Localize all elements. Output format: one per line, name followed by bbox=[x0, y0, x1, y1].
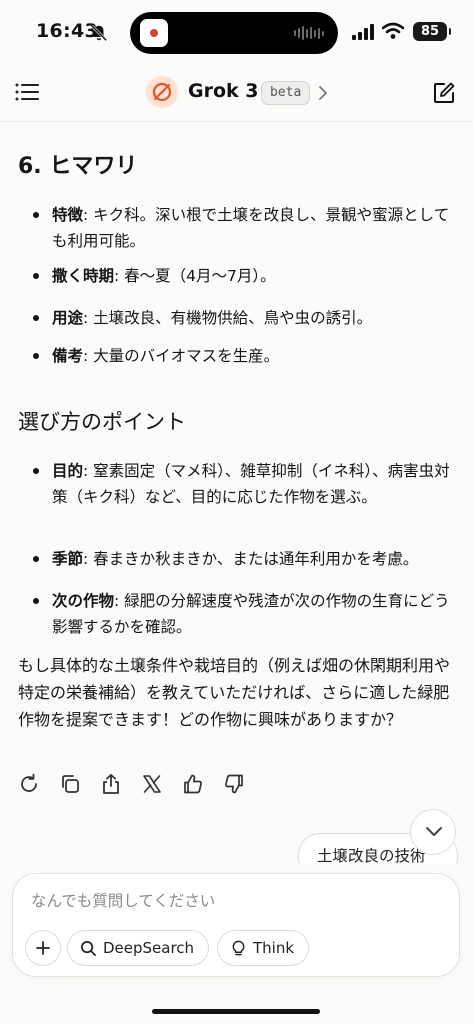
grok-logo-icon[interactable] bbox=[146, 76, 178, 108]
list-item-label: 撒く時期 bbox=[52, 267, 115, 285]
search-icon bbox=[81, 940, 96, 956]
closing-paragraph: もし具体的な土壌条件や栽培目的（例えば畑の休閑期利用や特定の栄養補給）を教えてい… bbox=[18, 656, 451, 729]
list-item-label: 次の作物 bbox=[52, 592, 115, 610]
dynamic-island[interactable] bbox=[130, 12, 338, 54]
list-item: 用途: 土壌改良、有機物供給、鳥や虫の誘引。 bbox=[33, 305, 457, 331]
section-heading-sunflower: 6. ヒマワリ bbox=[18, 154, 138, 179]
list-item-text: : 春〜夏（4月〜7月）。 bbox=[114, 267, 276, 285]
list-item: 撒く時期: 春〜夏（4月〜7月）。 bbox=[33, 263, 457, 289]
thumbs-up-icon[interactable] bbox=[182, 773, 204, 795]
think-label: Think bbox=[253, 939, 295, 957]
list-item-text: : キク科。深い根で土壌を改良し、景観や蜜源としても利用可能。 bbox=[52, 206, 450, 250]
cellular-signal-icon bbox=[352, 24, 374, 40]
live-activity-app-icon bbox=[140, 19, 168, 47]
x-icon[interactable] bbox=[141, 773, 163, 795]
deepsearch-label: DeepSearch bbox=[103, 939, 195, 957]
chevron-right-icon[interactable] bbox=[318, 85, 328, 101]
compose-icon[interactable] bbox=[432, 81, 456, 105]
regenerate-icon[interactable] bbox=[18, 773, 40, 795]
list-item-text: : 土壌改良、有機物供給、鳥や虫の誘引。 bbox=[83, 309, 373, 327]
list-item-label: 季節 bbox=[52, 550, 84, 568]
list-item: 備考: 大量のバイオマスを生産。 bbox=[33, 343, 457, 369]
list-item-text: : 窒素固定（マメ科）、雑草抑制（イネ科）、病害虫対策（キク科）など、目的に応じ… bbox=[52, 462, 450, 506]
beta-badge: beta bbox=[261, 81, 311, 105]
deepsearch-button[interactable]: DeepSearch bbox=[67, 930, 210, 966]
message-input[interactable] bbox=[31, 892, 431, 910]
chat-response: 6. ヒマワリ 特徴: キク科。深い根で土壌を改良し、景観や蜜源としても利用可能… bbox=[0, 123, 473, 863]
list-item-text: : 大量のバイオマスを生産。 bbox=[83, 347, 280, 365]
home-indicator bbox=[152, 1009, 320, 1014]
battery-indicator: 85 bbox=[413, 22, 451, 41]
share-icon[interactable] bbox=[100, 773, 122, 795]
plus-icon bbox=[36, 941, 50, 955]
menu-icon[interactable] bbox=[15, 83, 39, 101]
list-item: 次の作物: 緑肥の分解速度や残渣が次の作物の生育にどう影響するかを確認。 bbox=[33, 588, 457, 640]
bell-off-icon bbox=[90, 24, 108, 42]
list-item-text: : 春まきか秋まきか、または通年利用かを考慮。 bbox=[83, 550, 419, 568]
model-title[interactable]: Grok 3 bbox=[188, 80, 259, 102]
status-bar: 16:43 85 bbox=[0, 0, 473, 62]
composer: DeepSearch Think bbox=[12, 873, 460, 977]
list-item-label: 備考 bbox=[52, 347, 84, 365]
copy-icon[interactable] bbox=[59, 773, 81, 795]
message-actions bbox=[18, 773, 245, 795]
lightbulb-icon bbox=[232, 940, 245, 955]
list-item-label: 用途 bbox=[52, 309, 84, 327]
thumbs-down-icon[interactable] bbox=[223, 773, 245, 795]
chevron-down-icon bbox=[426, 827, 442, 836]
list-item-label: 特徴 bbox=[52, 206, 84, 224]
list-item-label: 目的 bbox=[52, 462, 84, 480]
section-heading-points: 選び方のポイント bbox=[18, 410, 186, 434]
list-item: 季節: 春まきか秋まきか、または通年利用かを考慮。 bbox=[33, 546, 457, 572]
list-item: 特徴: キク科。深い根で土壌を改良し、景観や蜜源としても利用可能。 bbox=[33, 202, 457, 254]
attach-button[interactable] bbox=[25, 930, 61, 966]
list-item: 目的: 窒素固定（マメ科）、雑草抑制（イネ科）、病害虫対策（キク科）など、目的に… bbox=[33, 458, 457, 510]
scroll-to-bottom-button[interactable] bbox=[410, 809, 456, 855]
status-time: 16:43 bbox=[36, 20, 98, 42]
app-header: Grok 3 beta bbox=[0, 62, 473, 122]
wifi-icon bbox=[382, 22, 404, 39]
think-button[interactable]: Think bbox=[217, 930, 310, 966]
audio-wave-icon bbox=[294, 26, 324, 40]
